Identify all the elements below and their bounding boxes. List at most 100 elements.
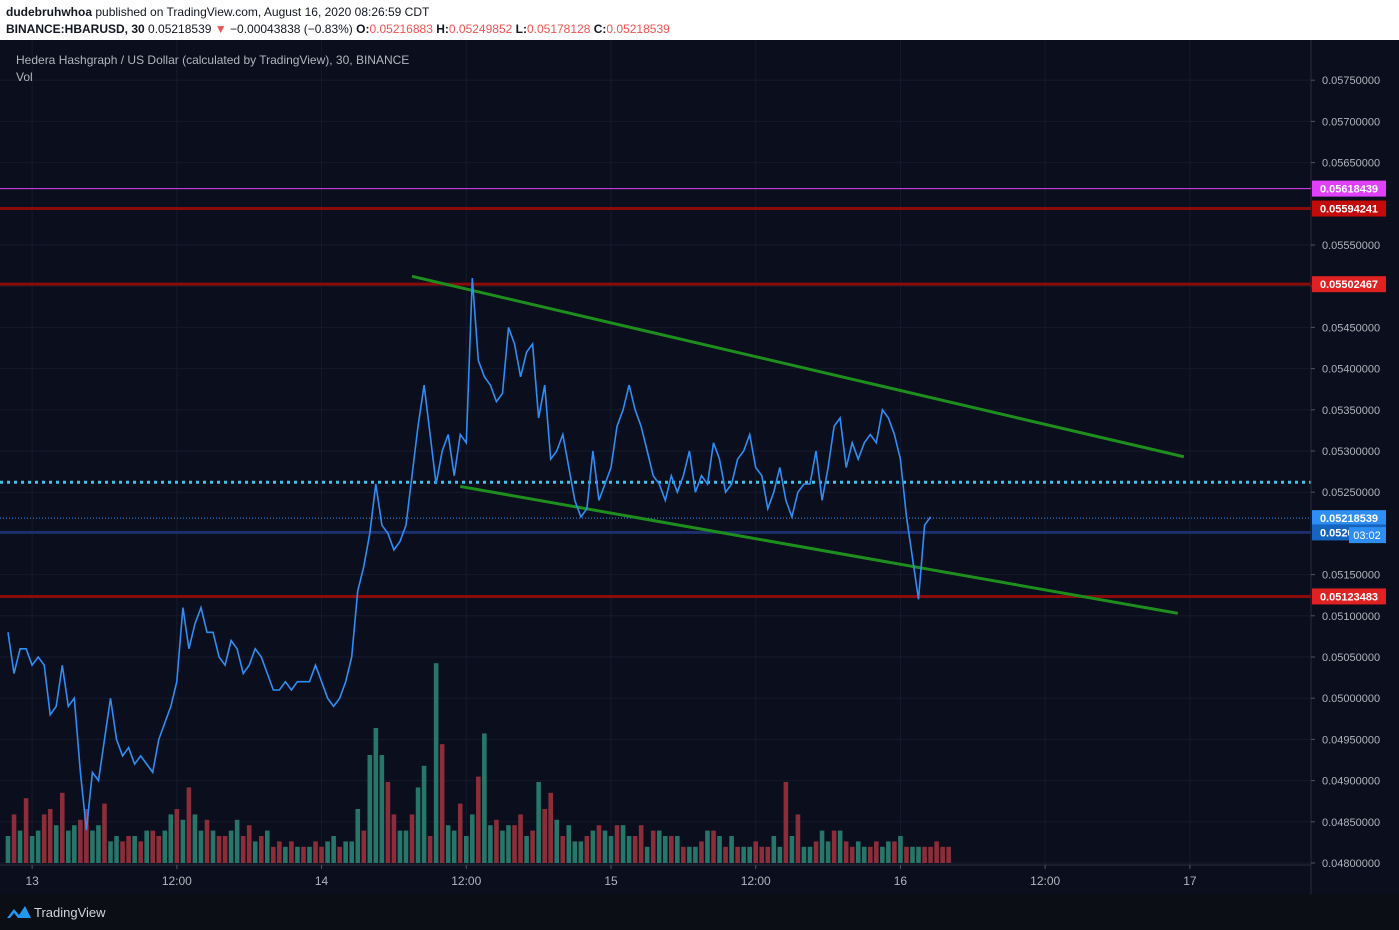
brand-name[interactable]: TradingView: [34, 905, 106, 920]
close-label: C:: [593, 22, 607, 36]
volume-bar: [638, 825, 644, 863]
volume-bar: [801, 846, 807, 863]
volume-bar: [180, 819, 186, 863]
price-change: −0.00043838 (−0.83%): [230, 22, 353, 36]
volume-bar: [156, 836, 162, 863]
volume-bar: [518, 814, 523, 863]
price-tick-label: 0.05000000: [1322, 693, 1380, 705]
volume-bar: [470, 814, 475, 863]
volume-bar: [572, 841, 578, 863]
publish-header: dudebruhwhoa published on TradingView.co…: [0, 0, 1399, 40]
volume-bar: [904, 846, 909, 863]
volume-bar: [210, 830, 216, 863]
volume-bar: [29, 836, 35, 863]
volume-bar: [843, 841, 849, 863]
volume-bar: [910, 846, 915, 863]
volume-bar: [367, 755, 373, 863]
volume-bar: [554, 819, 560, 863]
volume-bar: [271, 846, 276, 863]
volume-bar: [717, 836, 722, 863]
volume-bar: [578, 841, 584, 863]
price-label-text: 0.05123483: [1320, 591, 1378, 603]
time-tick-label: 15: [604, 874, 618, 888]
volume-bar: [940, 846, 945, 863]
volume-bar: [849, 846, 855, 863]
price-tick-label: 0.05700000: [1322, 116, 1380, 128]
price-tick-label: 0.05750000: [1322, 75, 1380, 87]
volume-bar: [681, 846, 686, 863]
volume-bar: [536, 782, 541, 863]
price-tick-label: 0.04950000: [1322, 734, 1380, 746]
volume-bar: [313, 841, 318, 863]
volume-bar: [283, 846, 288, 863]
high-label: H:: [436, 22, 449, 36]
volume-bar: [542, 809, 547, 863]
volume-bar: [216, 836, 222, 863]
volume-bar: [96, 825, 101, 863]
volume-bar: [922, 846, 927, 863]
volume-bar: [867, 846, 873, 863]
volume-bar: [114, 836, 119, 863]
volume-bar: [530, 830, 535, 863]
volume-bar: [753, 841, 759, 863]
volume-bar: [59, 792, 65, 863]
volume-bar: [626, 836, 632, 863]
volume-bar: [451, 830, 457, 863]
price-label-text: 0.05502467: [1320, 279, 1378, 291]
volume-bar: [277, 841, 282, 863]
footer: TradingView: [0, 894, 1399, 930]
volume-bar: [500, 830, 505, 863]
volume-bar: [301, 846, 306, 863]
volume-bar: [934, 841, 939, 863]
volume-bar: [78, 819, 83, 863]
volume-bar: [795, 814, 801, 863]
volume-bar: [150, 830, 156, 863]
price-tick-label: 0.05400000: [1322, 364, 1380, 376]
volume-bar: [361, 830, 367, 863]
volume-bar: [916, 846, 921, 863]
volume-bar: [343, 841, 348, 863]
volume-bar: [222, 836, 228, 863]
price-chart[interactable]: 0.05750000 0.05700000 0.05650000 0.05550000…: [0, 40, 1399, 894]
volume-bar: [548, 792, 553, 863]
publish-line: dudebruhwhoa published on TradingView.co…: [6, 5, 429, 19]
tradingview-logo-icon[interactable]: [6, 903, 32, 921]
volume-bar: [892, 841, 897, 863]
volume-bar: [675, 836, 680, 863]
volume-bar: [295, 846, 300, 863]
volume-bar: [819, 830, 825, 863]
price-label-text: 0.05218539: [1320, 513, 1378, 525]
time-tick-label: 16: [894, 874, 908, 888]
volume-bar: [415, 787, 421, 863]
volume-bar: [373, 728, 379, 863]
price-tick-label: 0.04800000: [1322, 858, 1380, 870]
low-label: L:: [515, 22, 527, 36]
volume-bar: [204, 819, 210, 863]
volume-bar: [705, 830, 710, 863]
author-name[interactable]: dudebruhwhoa: [6, 5, 92, 19]
volume-bar: [264, 830, 270, 863]
volume-bar: [174, 809, 180, 863]
volume-bar: [723, 846, 728, 863]
volume-bar: [807, 846, 813, 863]
close-value: 0.05218539: [606, 22, 670, 36]
volume-bar: [439, 744, 445, 863]
volume-bar: [831, 830, 837, 863]
volume-bar: [482, 733, 487, 863]
price-tick-label: 0.05150000: [1322, 570, 1380, 582]
volume-bar: [138, 841, 143, 863]
volume-bar: [560, 836, 566, 863]
volume-bar: [391, 814, 397, 863]
volume-bar: [693, 846, 698, 863]
volume-bar: [355, 809, 361, 863]
time-tick-label: 14: [315, 874, 329, 888]
volume-bar: [445, 825, 451, 863]
volume-bar: [855, 841, 861, 863]
volume-bar: [813, 841, 819, 863]
volume-bar: [699, 841, 704, 863]
open-label: O:: [356, 22, 370, 36]
volume-bar: [596, 825, 602, 863]
volume-bar: [228, 830, 234, 863]
time-tick-label: 12:00: [741, 874, 771, 888]
volume-bar: [198, 830, 204, 863]
